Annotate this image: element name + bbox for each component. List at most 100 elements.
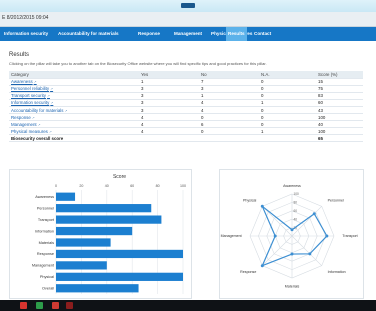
radar-point [260,204,264,208]
score-bar [56,204,152,213]
results-content: Results Clicking on the pillar will take… [0,41,376,300]
category-link-text: Transport security [11,93,46,99]
yes-count: 3 [139,106,199,115]
score-value-text: 40 [318,121,323,127]
score-value: 100 [316,113,363,122]
yes-count-text: 4 [141,121,144,127]
bar-tick-label: 40 [105,184,109,188]
score-bar [56,215,162,224]
yes-count-text: 3 [141,107,144,113]
mail-icon[interactable] [52,302,59,309]
external-link-icon: ↗ [31,115,35,120]
score-radar-chart: 20406080100AwarenessPersonnelTransportIn… [221,184,358,289]
yes-count-text: 1 [141,79,144,85]
bar-tick-label: 100 [180,184,186,188]
bar-category-label: Transport [38,218,55,222]
results-description: Clicking on the pillar will take you to … [9,61,267,66]
column-header-no: No [199,71,259,79]
store-icon[interactable] [36,302,43,309]
na-count: 1 [259,99,316,107]
bar-category-label: Information [35,229,54,233]
table-row: Transport security↗ 3 1 0 83 [9,92,363,100]
na-count-text: 1 [261,100,264,106]
category-link-text: Response [11,114,31,120]
category-link[interactable]: Awareness↗ [9,78,139,86]
radar-point [290,252,294,256]
close-app-icon[interactable] [66,302,73,309]
table-row: Personnel reliability↗ 3 3 0 75 [9,85,363,93]
no-count-text: 1 [201,93,204,99]
nav-item-information-security[interactable]: Information security [2,27,50,41]
category-link[interactable]: Management↗ [9,120,139,129]
total-row: Biosecurity overall score 65 [9,134,363,143]
score-value-text: 60 [318,100,323,106]
category-link[interactable]: Accountability for materials↗ [9,106,139,115]
column-header-score: Score (%) [316,71,363,79]
bar-category-label: Materials [39,241,55,245]
category-link[interactable]: Information security↗ [9,99,139,107]
radar-axis-label: Materials [285,285,300,289]
column-header-na: N.A. [259,71,316,79]
category-link[interactable]: Transport security↗ [9,92,139,100]
external-link-icon: ↗ [46,94,50,99]
category-link[interactable]: Physical measures↗ [9,127,139,136]
no-count-text: 3 [201,86,204,92]
app-grip-handle[interactable] [181,3,195,8]
bar-tick-label: 0 [55,184,57,188]
na-count: 0 [259,113,316,122]
no-count: 6 [199,120,259,129]
score-bar [56,261,107,270]
total-empty-cell [139,134,199,143]
score-value: 75 [316,85,363,93]
category-link-text: Personnel reliability [11,86,50,92]
bar-category-label: Response [37,252,54,256]
radar-tick-label: 100 [294,192,300,196]
category-link-text: Information security [11,100,50,106]
radar-point [273,234,277,238]
score-value-text: 15 [318,79,323,85]
column-header-yes: Yes [139,71,199,79]
no-count-text: 4 [201,107,204,113]
nav-item-accountability[interactable]: Accountability for materials [56,27,121,41]
bar-category-label: Personnel [37,206,54,210]
bar-tick-label: 80 [156,184,160,188]
table-row: Management↗ 4 6 0 40 [9,120,363,129]
nav-item-results[interactable]: Results [226,27,247,41]
radar-axis-label: Awareness [283,184,301,188]
no-count-text: 7 [201,79,204,85]
results-heading: Results [9,52,30,58]
nav-item-contact[interactable]: Contact [252,27,273,41]
explorer-icon[interactable] [20,302,27,309]
table-row: Accountability for materials↗ 3 4 0 43 [9,106,363,115]
no-count-text: 0 [201,128,204,134]
no-count-text: 0 [201,114,204,120]
radar-tick-label: 80 [294,201,298,205]
na-count-text: 0 [261,93,264,99]
na-count-text: 0 [261,114,264,120]
score-bar [56,192,76,201]
category-link-text: Physical measures [11,128,48,134]
na-count-text: 0 [261,121,264,127]
score-value: 60 [316,99,363,107]
bar-tick-label: 20 [79,184,83,188]
score-bar-chart-panel: Score 0 20 40 60 80 100 Awareness Personnel Trans… [9,169,192,299]
yes-count: 4 [139,120,199,129]
category-link-text: Awareness [11,79,33,85]
score-bar [56,238,111,247]
main-navigation: Information security Accountability for … [0,27,376,41]
window-top-bar [0,0,376,12]
radar-axis-label: Management [221,234,242,238]
external-link-icon: ↗ [48,129,52,134]
score-value-text: 83 [318,93,323,99]
nav-item-response[interactable]: Response [136,27,162,41]
total-empty-cell [199,134,259,143]
yes-count-text: 4 [141,128,144,134]
category-link[interactable]: Personnel reliability↗ [9,85,139,93]
score-value: 100 [316,127,363,136]
na-count-text: 1 [261,128,264,134]
bar-category-label: Physical [40,275,54,279]
category-link[interactable]: Response↗ [9,113,139,122]
yes-count-text: 3 [141,100,144,106]
nav-item-management[interactable]: Management [172,27,204,41]
total-category: Biosecurity overall score [9,134,139,143]
